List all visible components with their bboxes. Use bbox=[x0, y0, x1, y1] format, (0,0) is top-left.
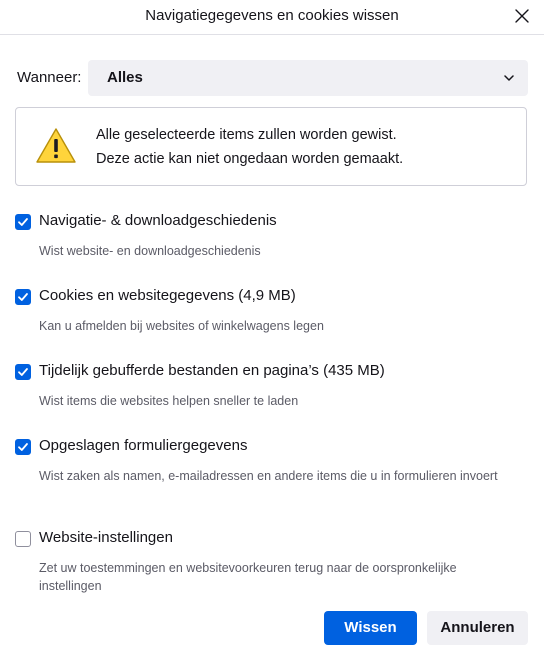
warning-box: Alle geselecteerde items zullen worden g… bbox=[15, 107, 527, 186]
checkmark-icon bbox=[18, 443, 28, 451]
time-range-select[interactable]: Alles bbox=[88, 60, 528, 96]
clear-button[interactable]: Wissen bbox=[324, 611, 417, 645]
dialog-title: Navigatiegegevens en cookies wissen bbox=[145, 7, 399, 24]
chevron-down-icon bbox=[504, 75, 514, 81]
site-settings-checkbox[interactable] bbox=[15, 531, 31, 547]
warning-text-line-1: Alle geselecteerde items zullen worden g… bbox=[96, 127, 397, 143]
checkmark-icon bbox=[18, 368, 28, 376]
close-button[interactable] bbox=[508, 3, 536, 29]
cookies-label[interactable]: Cookies en websitegegevens (4,9 MB) bbox=[39, 287, 296, 304]
time-range-label: Wanneer: bbox=[17, 69, 82, 86]
dialog-titlebar: Navigatiegegevens en cookies wissen bbox=[0, 0, 544, 35]
formdata-checkbox[interactable] bbox=[15, 439, 31, 455]
cookies-checkbox[interactable] bbox=[15, 289, 31, 305]
checkmark-icon bbox=[18, 293, 28, 301]
close-icon bbox=[515, 9, 529, 23]
site-settings-description: Zet uw toestemmingen en websitevoorkeure… bbox=[39, 561, 457, 593]
site-settings-label[interactable]: Website-instellingen bbox=[39, 529, 173, 546]
cache-label[interactable]: Tijdelijk gebufferde bestanden en pagina… bbox=[39, 362, 385, 379]
history-label[interactable]: Navigatie- & downloadgeschiedenis bbox=[39, 212, 277, 229]
cache-checkbox[interactable] bbox=[15, 364, 31, 380]
history-checkbox[interactable] bbox=[15, 214, 31, 230]
formdata-description: Wist zaken als namen, e-mailadressen en … bbox=[39, 469, 498, 483]
time-range-row: Wanneer: Alles bbox=[17, 60, 528, 96]
formdata-label[interactable]: Opgeslagen formuliergegevens bbox=[39, 437, 247, 454]
clear-data-dialog: Navigatiegegevens en cookies wissen Wann… bbox=[0, 0, 544, 661]
warning-icon bbox=[36, 128, 76, 163]
cancel-button[interactable]: Annuleren bbox=[427, 611, 528, 645]
warning-text-line-2: Deze actie kan niet ongedaan worden gema… bbox=[96, 151, 404, 167]
history-description: Wist website- en downloadgeschiedenis bbox=[39, 244, 261, 258]
cache-description: Wist items die websites helpen sneller t… bbox=[39, 394, 299, 408]
time-range-value: Alles bbox=[107, 69, 143, 86]
cookies-description: Kan u afmelden bij websites of winkelwag… bbox=[39, 319, 324, 333]
checkmark-icon bbox=[18, 218, 28, 226]
